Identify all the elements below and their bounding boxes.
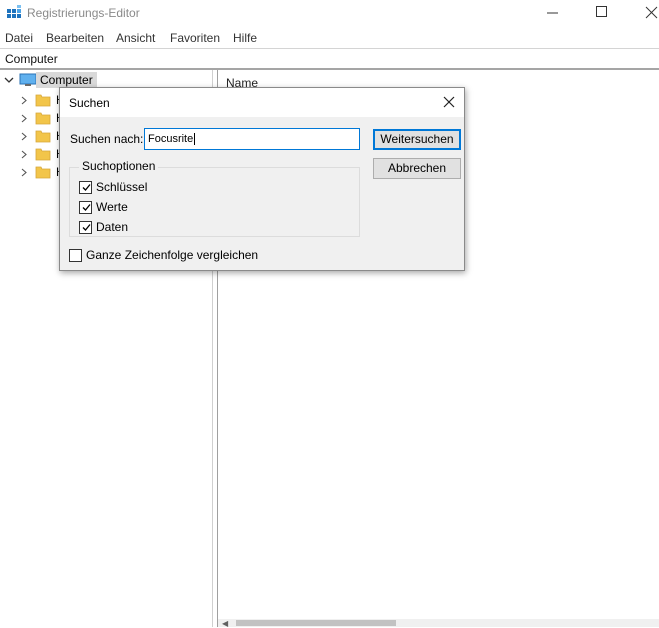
whole-string-checkbox[interactable] (69, 249, 82, 262)
close-button[interactable] (622, 0, 659, 26)
chevron-right-icon[interactable] (20, 168, 28, 177)
maximize-button[interactable] (577, 0, 623, 26)
menu-ansicht[interactable]: Ansicht (116, 31, 155, 45)
search-options-group: Suchoptionen Schlüssel Werte Daten (69, 167, 360, 237)
folder-icon (35, 111, 51, 125)
minimize-icon (529, 0, 575, 26)
folder-icon (35, 93, 51, 107)
menu-datei[interactable]: Datei (5, 31, 33, 45)
menu-bar: Datei Bearbeiten Ansicht Favoriten Hilfe (0, 29, 659, 49)
computer-icon (19, 73, 37, 87)
window-title: Registrierungs-Editor (27, 6, 140, 20)
search-options-legend: Suchoptionen (79, 159, 158, 173)
cancel-button[interactable]: Abbrechen (373, 158, 461, 179)
chevron-down-icon[interactable] (4, 75, 14, 85)
folder-icon (35, 147, 51, 161)
dialog-close-button[interactable] (438, 92, 460, 114)
dialog-title-bar: Suchen (60, 88, 464, 117)
checkmark-icon (81, 222, 92, 233)
maximize-icon (577, 0, 623, 26)
find-input-value[interactable]: Focusrite (148, 133, 193, 145)
menu-hilfe[interactable]: Hilfe (233, 31, 257, 45)
menu-favoriten[interactable]: Favoriten (170, 31, 220, 45)
chevron-right-icon[interactable] (20, 150, 28, 159)
checkmark-icon (81, 202, 92, 213)
close-icon (627, 0, 659, 26)
chevron-right-icon[interactable] (20, 96, 28, 105)
option-keys-checkbox[interactable] (79, 181, 92, 194)
horizontal-scrollbar[interactable]: ◀ (218, 619, 659, 627)
whole-string-label[interactable]: Ganze Zeichenfolge vergleichen (86, 248, 258, 262)
find-label: Suchen nach: (70, 132, 143, 146)
chevron-right-icon[interactable] (20, 114, 28, 123)
option-values-checkbox[interactable] (79, 201, 92, 214)
find-dialog: Suchen Suchen nach: Focusrite Weitersuch… (59, 87, 465, 271)
checkmark-icon (81, 182, 92, 193)
chevron-right-icon[interactable] (20, 132, 28, 141)
tree-root-label[interactable]: Computer (36, 72, 97, 88)
find-input[interactable]: Focusrite (144, 128, 360, 150)
option-data-label[interactable]: Daten (96, 220, 128, 234)
dialog-title: Suchen (69, 96, 110, 110)
address-bar[interactable]: Computer (0, 49, 659, 68)
text-caret (194, 133, 195, 145)
option-keys-label[interactable]: Schlüssel (96, 180, 147, 194)
close-icon (438, 92, 460, 114)
option-data-checkbox[interactable] (79, 221, 92, 234)
folder-icon (35, 129, 51, 143)
tree-item-computer[interactable]: Computer (4, 72, 204, 88)
folder-icon (35, 165, 51, 179)
regedit-app-icon (6, 5, 22, 21)
scrollbar-thumb[interactable] (236, 620, 396, 626)
find-next-button[interactable]: Weitersuchen (373, 129, 461, 150)
menu-bearbeiten[interactable]: Bearbeiten (46, 31, 104, 45)
address-path[interactable]: Computer (5, 52, 58, 66)
option-values-label[interactable]: Werte (96, 200, 128, 214)
title-bar: Registrierungs-Editor (0, 0, 659, 27)
minimize-button[interactable] (529, 0, 575, 26)
